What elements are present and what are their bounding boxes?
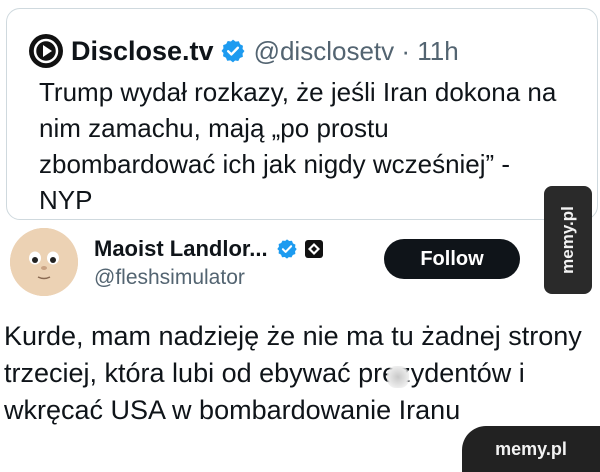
image-smudge (387, 366, 409, 388)
quoted-tweet-card[interactable]: Disclose.tv @disclosetv · 11h Trump wyda… (6, 8, 598, 220)
quoted-tweet-header: Disclose.tv @disclosetv · 11h (29, 31, 459, 71)
quoted-author-name[interactable]: Disclose.tv (71, 36, 214, 67)
author-name[interactable]: Maoist Landlor... (94, 236, 268, 262)
avatar[interactable] (10, 228, 78, 296)
author-handle: @fleshsimulator (94, 266, 245, 289)
follow-button[interactable]: Follow (384, 239, 520, 279)
cartoon-face-avatar (10, 228, 78, 296)
quoted-author-handle: @disclosetv · 11h (253, 35, 459, 66)
tweet-text: Kurde, mam nadzieję że nie ma tu żadnej … (4, 321, 582, 425)
verified-badge-icon (221, 39, 245, 63)
affiliate-badge-icon (304, 240, 323, 258)
author-name-row: Maoist Landlor... (94, 236, 324, 262)
quoted-tweet-text: Trump wydał rozkazy, że jeśli Iran dokon… (39, 77, 557, 215)
play-logo-icon (29, 34, 63, 68)
side-watermark: memy.pl (544, 186, 592, 294)
corner-watermark: memy.pl (462, 426, 600, 472)
verified-badge-icon (276, 239, 297, 259)
side-watermark-text: memy.pl (558, 206, 577, 274)
